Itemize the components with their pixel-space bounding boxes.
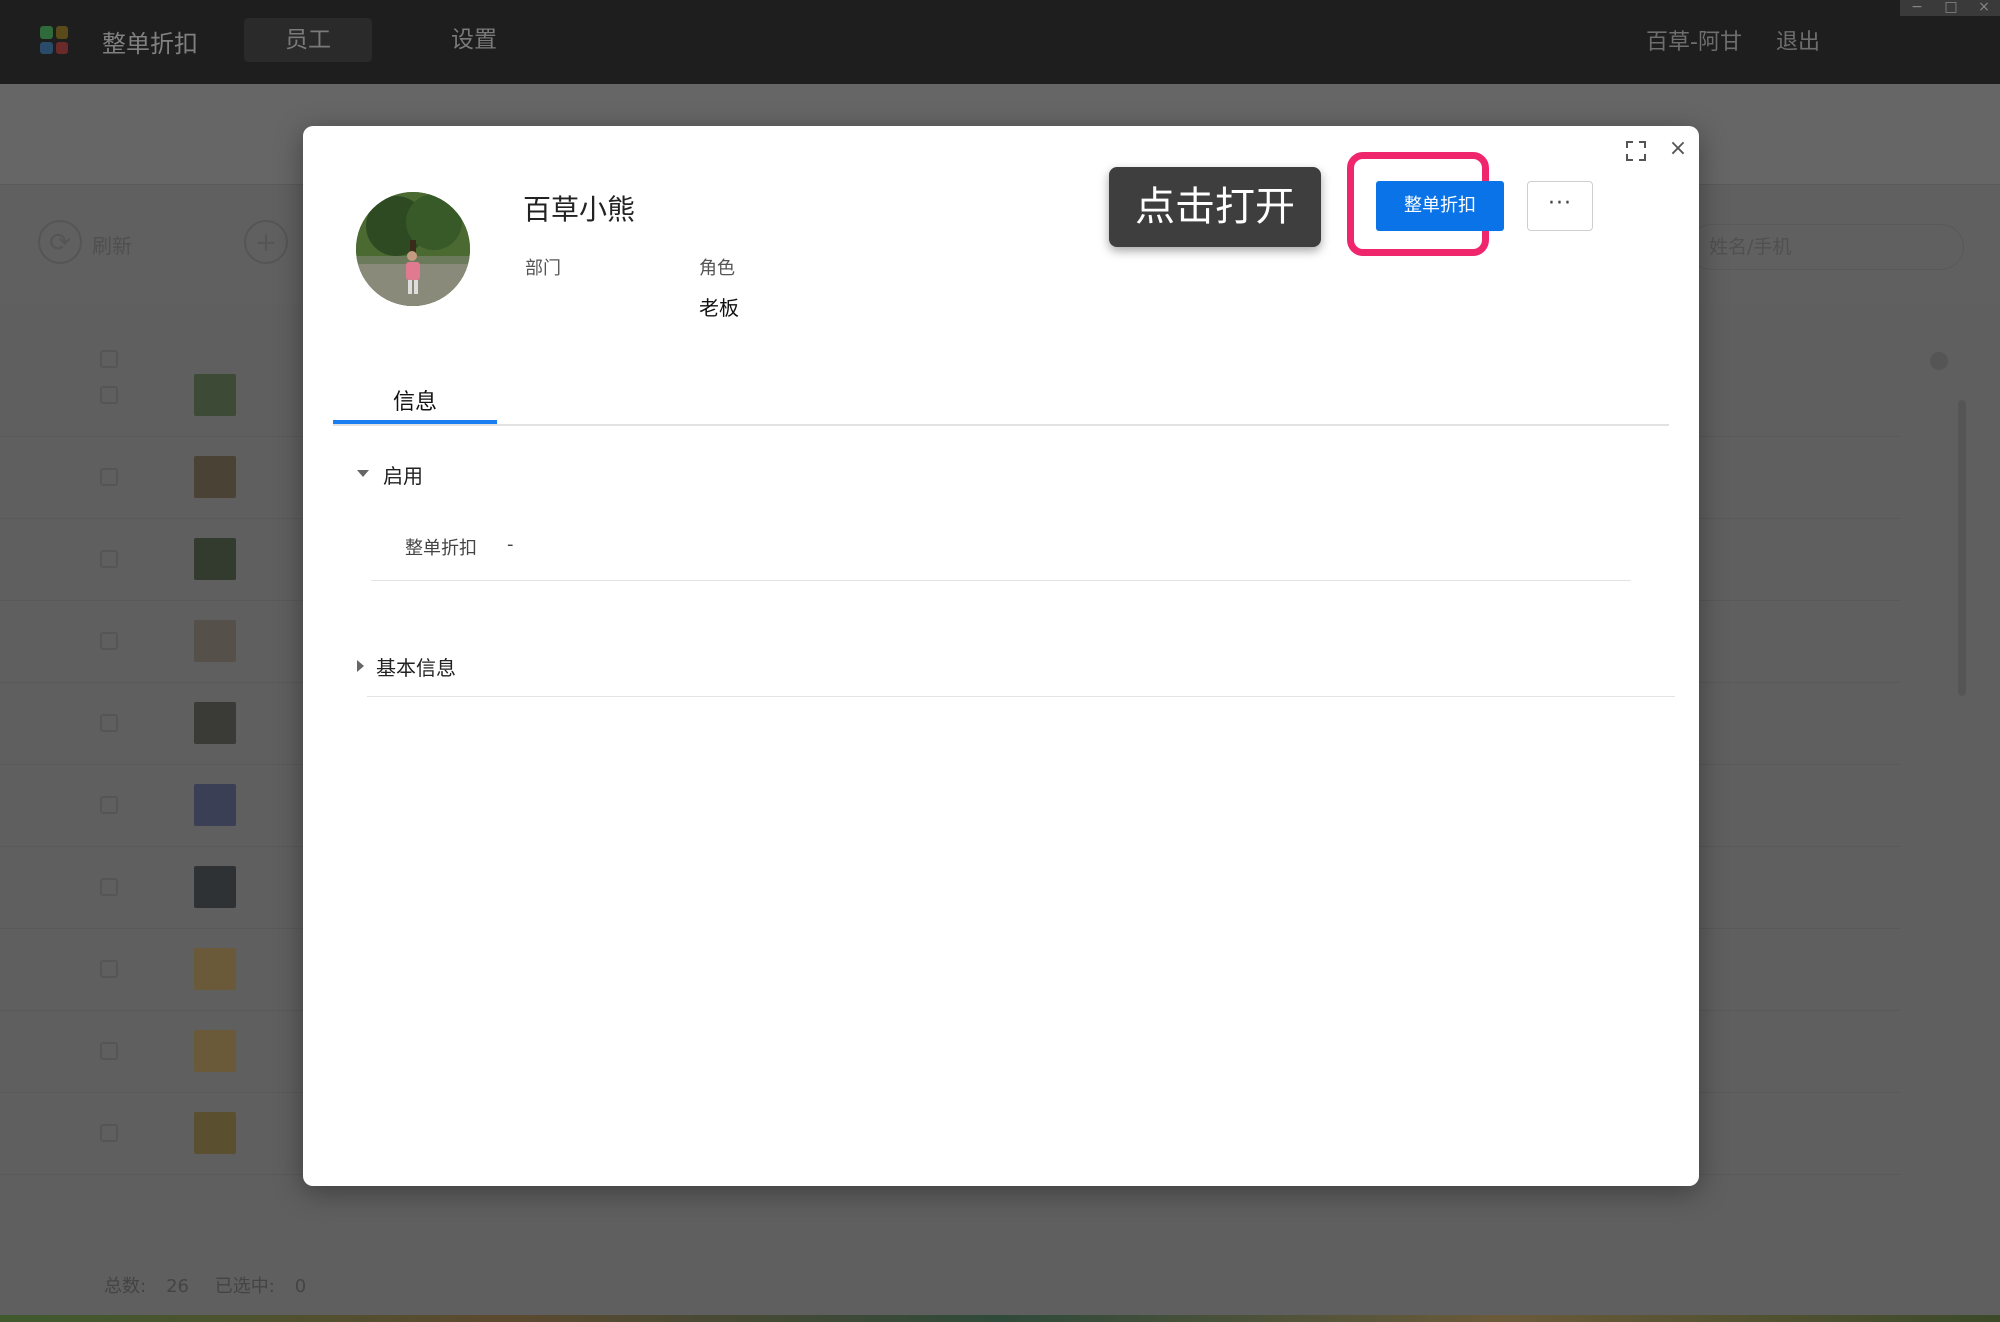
employee-name: 百草小熊 <box>523 193 636 226</box>
refresh-icon[interactable]: ⟳ <box>38 220 82 264</box>
avatar <box>194 948 236 990</box>
row-checkbox[interactable] <box>100 632 118 650</box>
avatar <box>194 702 236 744</box>
maximize-icon[interactable]: □ <box>1934 0 1968 16</box>
nav-tab-employees[interactable]: 员工 <box>244 18 372 62</box>
divider <box>371 580 1631 581</box>
row-checkbox[interactable] <box>100 960 118 978</box>
avatar <box>194 866 236 908</box>
field-label-order-discount: 整单折扣 <box>405 538 477 559</box>
caret-down-icon[interactable] <box>357 470 369 477</box>
avatar <box>194 374 236 416</box>
selected-count: 0 <box>294 1276 307 1297</box>
row-checkbox[interactable] <box>100 1124 118 1142</box>
avatar <box>194 784 236 826</box>
total-count: 26 <box>166 1276 189 1297</box>
row-checkbox[interactable] <box>100 878 118 896</box>
tab-divider <box>333 424 1669 426</box>
avatar <box>194 1030 236 1072</box>
row-checkbox[interactable] <box>100 1042 118 1060</box>
add-icon[interactable]: + <box>244 220 288 264</box>
list-footer: 总数: 26 已选中: 0 <box>104 1272 326 1298</box>
close-icon[interactable]: × <box>1667 138 1689 160</box>
caret-right-icon[interactable] <box>357 660 364 672</box>
user-name[interactable]: 百草-阿甘 <box>1646 24 1742 56</box>
total-count-label: 总数: <box>104 1276 147 1297</box>
avatar <box>194 538 236 580</box>
row-checkbox[interactable] <box>100 468 118 486</box>
row-checkbox[interactable] <box>100 550 118 568</box>
avatar <box>194 620 236 662</box>
section-basic-info-header[interactable]: 基本信息 <box>376 652 456 681</box>
department-label: 部门 <box>525 258 561 279</box>
role-value: 老板 <box>699 296 739 320</box>
more-options-button[interactable]: ··· <box>1527 181 1593 231</box>
minimize-icon[interactable]: − <box>1900 0 1934 16</box>
avatar <box>194 456 236 498</box>
selected-count-label: 已选中: <box>214 1276 275 1297</box>
app-logo-icon <box>40 26 68 54</box>
avatar <box>194 1112 236 1154</box>
row-checkbox[interactable] <box>100 714 118 732</box>
row-checkbox[interactable] <box>100 386 118 404</box>
hint-tooltip: 点击打开 <box>1109 167 1321 247</box>
search-input[interactable]: 姓名/手机 <box>1688 224 1964 270</box>
app-title: 整单折扣 <box>102 30 198 58</box>
background-strip <box>0 1315 2000 1322</box>
list-scrollbar[interactable] <box>1958 400 1966 696</box>
refresh-button[interactable]: 刷新 <box>92 230 132 259</box>
role-label: 角色 <box>699 258 735 279</box>
nav-tab-settings[interactable]: 设置 <box>432 18 516 62</box>
divider <box>367 696 1675 697</box>
title-bar: 整单折扣 员工 设置 百草-阿甘 退出 − □ × <box>0 0 2000 84</box>
employee-detail-dialog: × 百草小熊 部门 角色 老板 点击打开 整单折扣 ··· 信息 启用 整单折扣… <box>303 126 1699 1186</box>
logout-link[interactable]: 退出 <box>1776 24 1820 56</box>
field-value-order-discount: - <box>507 534 514 555</box>
profile-avatar <box>356 192 470 306</box>
fullscreen-icon[interactable] <box>1625 140 1647 162</box>
section-enabled-header[interactable]: 启用 <box>383 460 423 489</box>
window-close-icon[interactable]: × <box>1968 0 2000 16</box>
order-discount-button[interactable]: 整单折扣 <box>1376 181 1504 231</box>
row-checkbox[interactable] <box>100 796 118 814</box>
